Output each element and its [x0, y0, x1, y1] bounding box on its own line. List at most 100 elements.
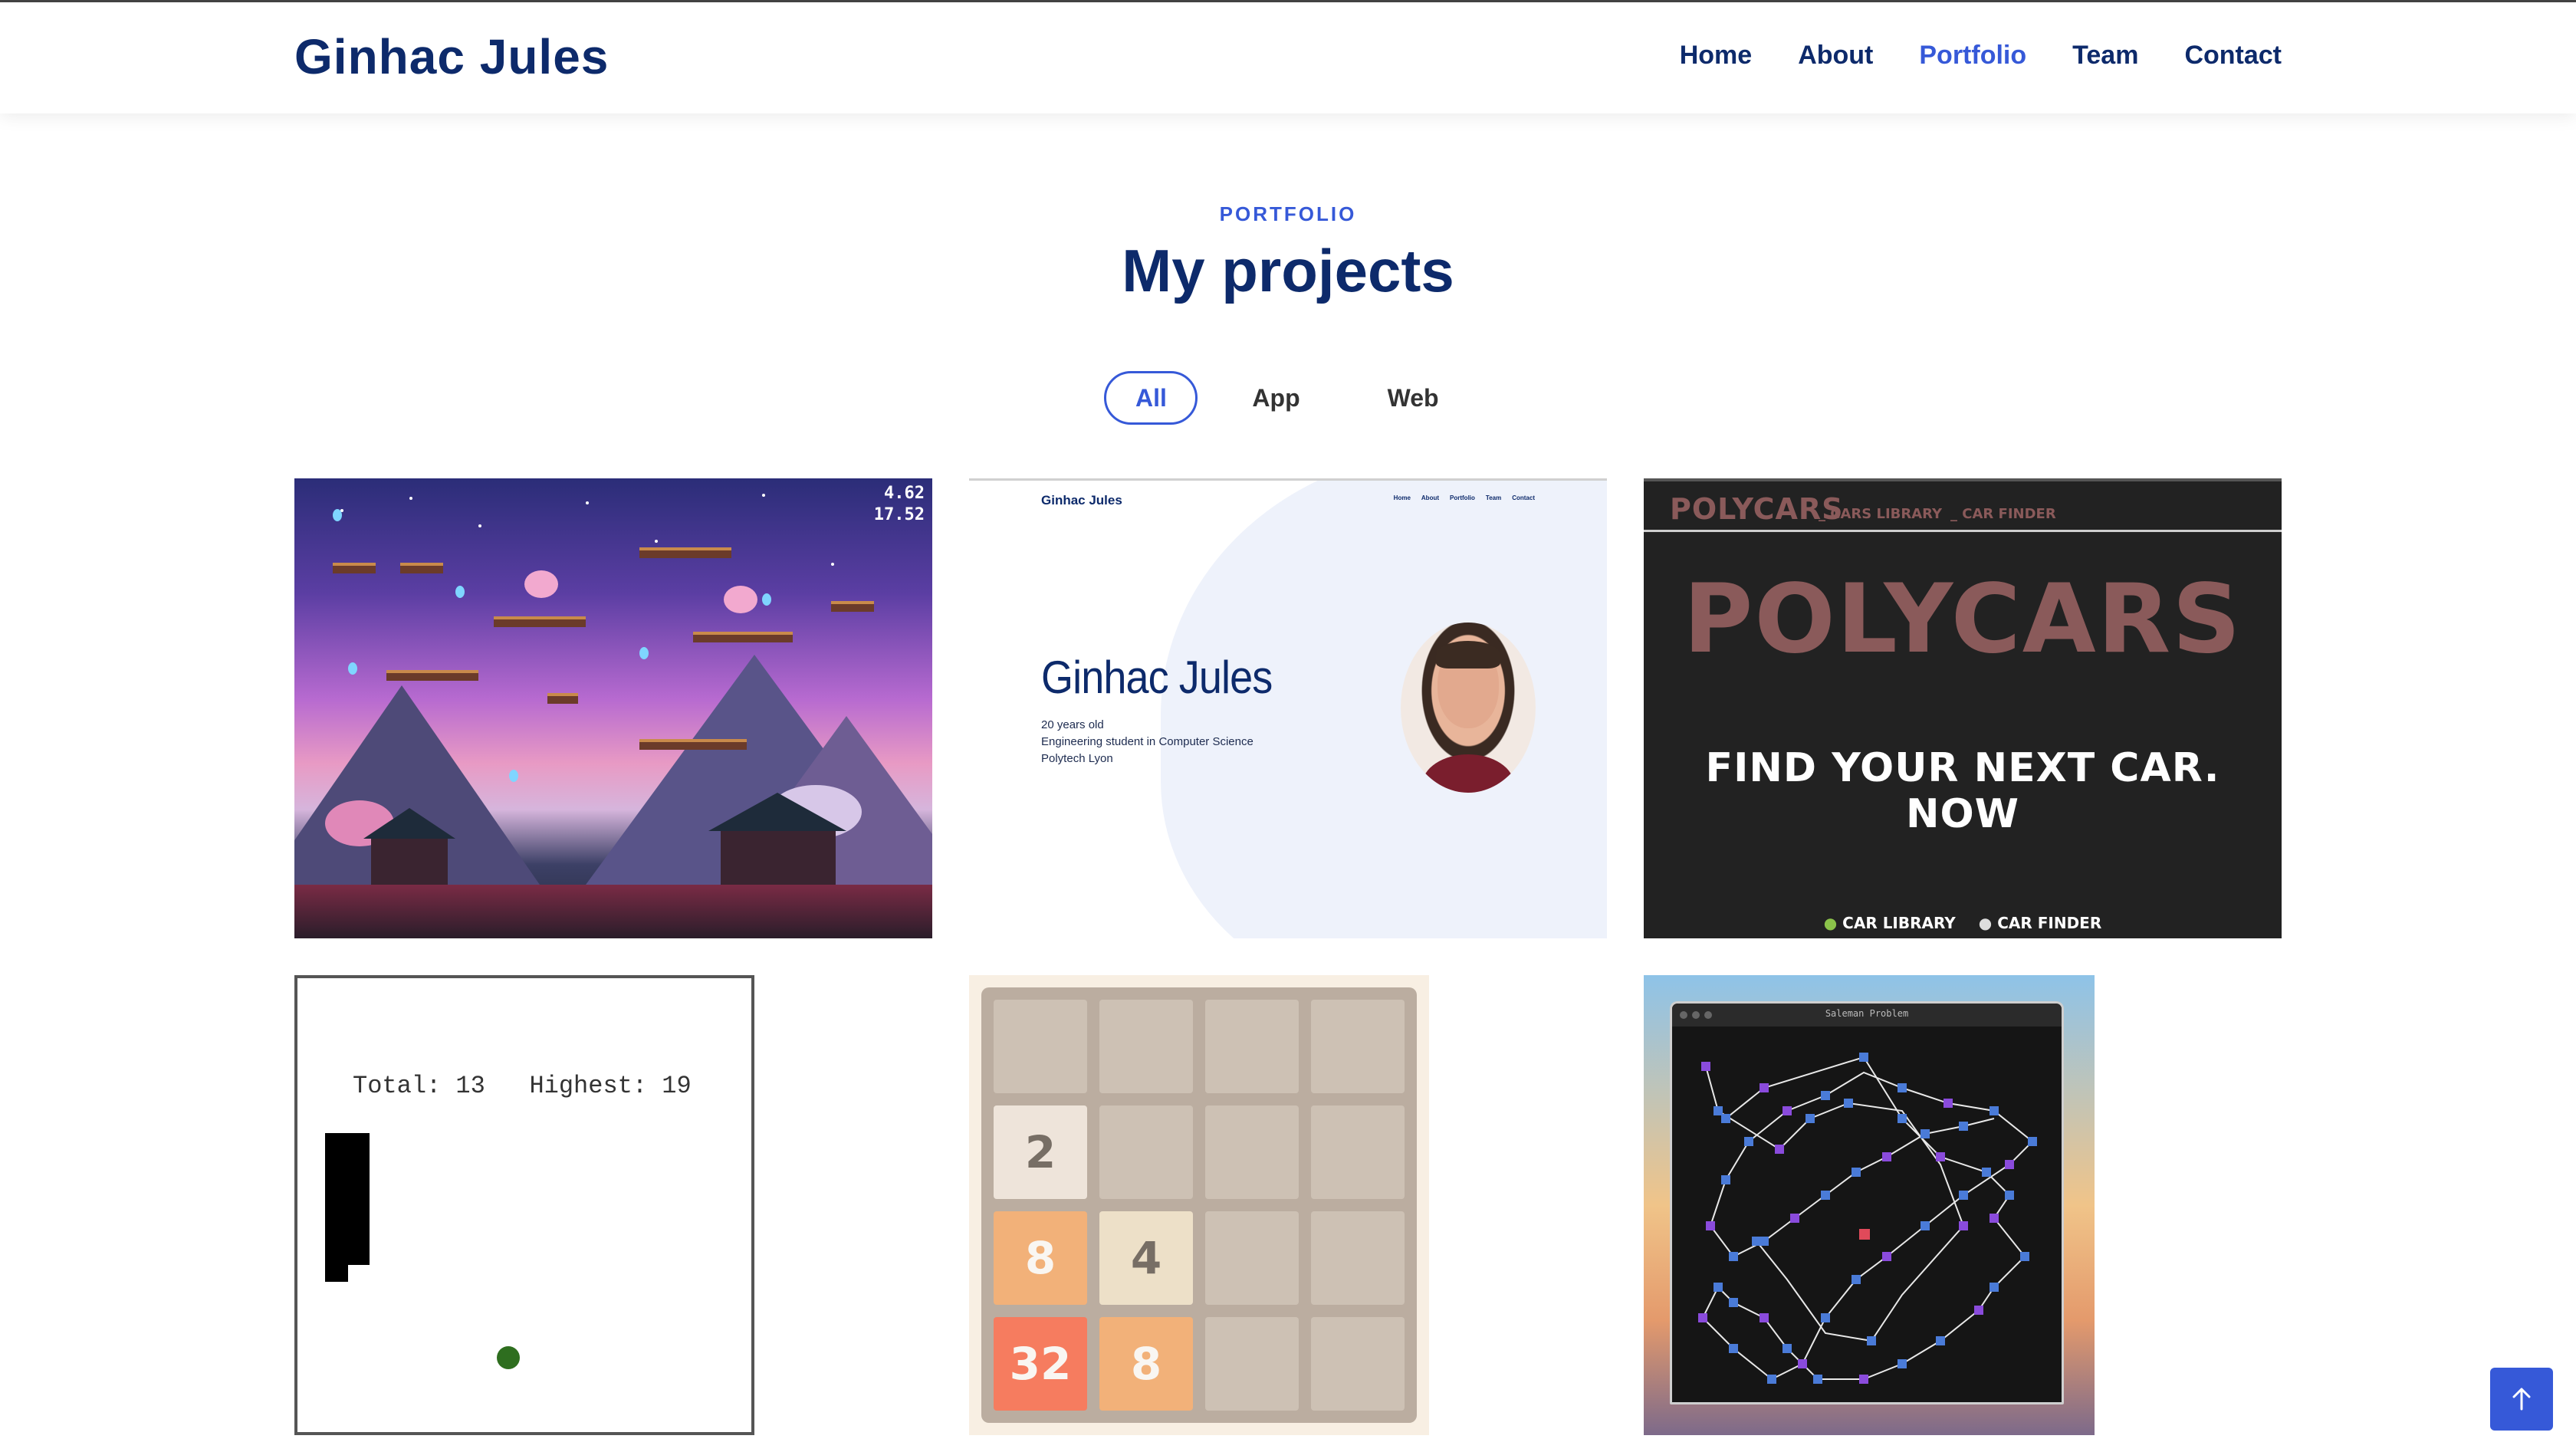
star: [586, 501, 589, 504]
filter-all[interactable]: All: [1104, 371, 1198, 425]
empty-cell: [1311, 1105, 1405, 1199]
filter-app[interactable]: App: [1219, 371, 1332, 425]
city-node: [1821, 1313, 1830, 1322]
city-node: [1729, 1298, 1738, 1307]
arrow-up-icon: [2512, 1388, 2531, 1411]
scroll-to-top-button[interactable]: [2490, 1368, 2553, 1431]
project-card-platformer[interactable]: 4.62 17.52: [294, 478, 932, 938]
city-node: [1921, 1221, 1930, 1230]
city-node: [1959, 1122, 1968, 1131]
navbar: Ginhac Jules Home About Portfolio Team C…: [0, 2, 2576, 113]
empty-cell: [1099, 1105, 1193, 1199]
empty-cell: [1205, 1105, 1299, 1199]
city-node: [1982, 1168, 1991, 1177]
polycars-nav-library: _ CARS LIBRARY: [1819, 506, 1943, 522]
empty-cell: [1205, 1000, 1299, 1093]
preview-nav-item: Home: [1393, 494, 1411, 501]
filter-web[interactable]: Web: [1355, 371, 1472, 425]
city-node: [1959, 1191, 1968, 1200]
pong-score: Total: 13 Highest: 19: [353, 1072, 692, 1100]
city-node: [1852, 1275, 1861, 1284]
project-card-2048[interactable]: 2 8 4 32 8: [969, 975, 1429, 1435]
nav-team[interactable]: Team: [2072, 41, 2138, 71]
project-card-website[interactable]: Ginhac Jules Home About Portfolio Team C…: [969, 478, 1607, 938]
city-node: [1721, 1175, 1730, 1184]
window-titlebar: Saleman Problem: [1672, 1004, 2062, 1027]
car-icon: ●: [1823, 914, 1843, 932]
nav-home[interactable]: Home: [1680, 41, 1752, 71]
project-card-salesman[interactable]: Saleman Problem: [1644, 975, 2095, 1435]
pong-ball: [497, 1346, 520, 1369]
site-logo[interactable]: Ginhac Jules: [294, 28, 609, 85]
tile-8: 8: [1099, 1317, 1193, 1411]
city-node: [1806, 1114, 1815, 1123]
pagoda: [721, 831, 836, 892]
city-node: [1813, 1375, 1822, 1384]
window-title: Saleman Problem: [1825, 1008, 1909, 1019]
city-node: [2005, 1160, 2014, 1169]
avatar-shirt: [1422, 754, 1514, 793]
polycars-footer-label: CAR LIBRARY: [1842, 914, 1956, 932]
city-node: [1721, 1114, 1730, 1123]
city-node: [1936, 1152, 1945, 1161]
city-node: [1867, 1336, 1876, 1345]
city-node: [1852, 1168, 1861, 1177]
city-node: [1944, 1099, 1953, 1108]
nav-portfolio[interactable]: Portfolio: [1919, 41, 2026, 71]
city-node: [1882, 1152, 1891, 1161]
preview-nav-item: About: [1421, 494, 1440, 501]
city-node: [1974, 1306, 1983, 1315]
city-node: [1990, 1214, 1999, 1223]
nav-contact[interactable]: Contact: [2184, 41, 2282, 71]
empty-cell: [1205, 1211, 1299, 1305]
city-node: [1783, 1344, 1792, 1353]
project-card-polycars[interactable]: POLYCARS _ CARS LIBRARY _ CAR FINDER POL…: [1644, 478, 2282, 938]
city-node: [1752, 1237, 1761, 1246]
nav-about[interactable]: About: [1798, 41, 1873, 71]
salesman-graph: [1698, 1053, 2037, 1384]
polycars-nav-finder: _ CAR FINDER: [1950, 506, 2056, 522]
polycars-header: POLYCARS _ CARS LIBRARY _ CAR FINDER: [1644, 481, 2282, 532]
cherry-tree: [724, 586, 757, 613]
city-node: [1775, 1145, 1784, 1154]
avatar-hair: [1436, 641, 1500, 669]
section-subtitle: PORTFOLIO: [1219, 202, 1357, 225]
project-card-pong[interactable]: Total: 13 Highest: 19: [294, 975, 754, 1435]
game-2048-board: 2 8 4 32 8: [981, 987, 1417, 1423]
city-node: [1701, 1062, 1710, 1071]
background-wave: [1161, 481, 1607, 938]
main-nav: Home About Portfolio Team Contact: [1680, 41, 2282, 71]
city-node: [1729, 1344, 1738, 1353]
city-node: [1790, 1214, 1799, 1223]
city-node: [1798, 1359, 1807, 1368]
city-node: [1882, 1252, 1891, 1261]
tile-32: 32: [994, 1317, 1087, 1411]
preview-nav-item: Team: [1485, 494, 1502, 501]
city-node: [1760, 1313, 1769, 1322]
tile-2: 2: [994, 1105, 1087, 1199]
platform: [693, 632, 793, 642]
city-node: [1898, 1359, 1907, 1368]
city-node: [2005, 1191, 2014, 1200]
star: [655, 540, 658, 543]
orb: [639, 647, 649, 659]
city-node: [1760, 1083, 1769, 1092]
city-node: [1729, 1252, 1738, 1261]
empty-cell: [1311, 1317, 1405, 1411]
city-node: [2020, 1252, 2029, 1261]
platform: [400, 563, 443, 573]
orb: [348, 662, 357, 675]
preview-name: Ginhac Jules: [1041, 652, 1273, 703]
polycars-footer: ● CAR LIBRARY ● CAR FINDER: [1644, 914, 2282, 932]
salesman-window: Saleman Problem: [1670, 1001, 2064, 1404]
star: [762, 494, 765, 497]
section-title: My projects: [1122, 237, 1454, 304]
platform: [333, 563, 376, 573]
city-node: [1706, 1221, 1715, 1230]
empty-cell: [1311, 1211, 1405, 1305]
preview-bio-line: 20 years old: [1041, 718, 1104, 731]
preview-bio: 20 years old Engineering student in Comp…: [1041, 717, 1254, 767]
tile-8: 8: [994, 1211, 1087, 1305]
platform: [639, 547, 731, 558]
polycars-footer-finder: ● CAR FINDER: [1979, 914, 2101, 932]
